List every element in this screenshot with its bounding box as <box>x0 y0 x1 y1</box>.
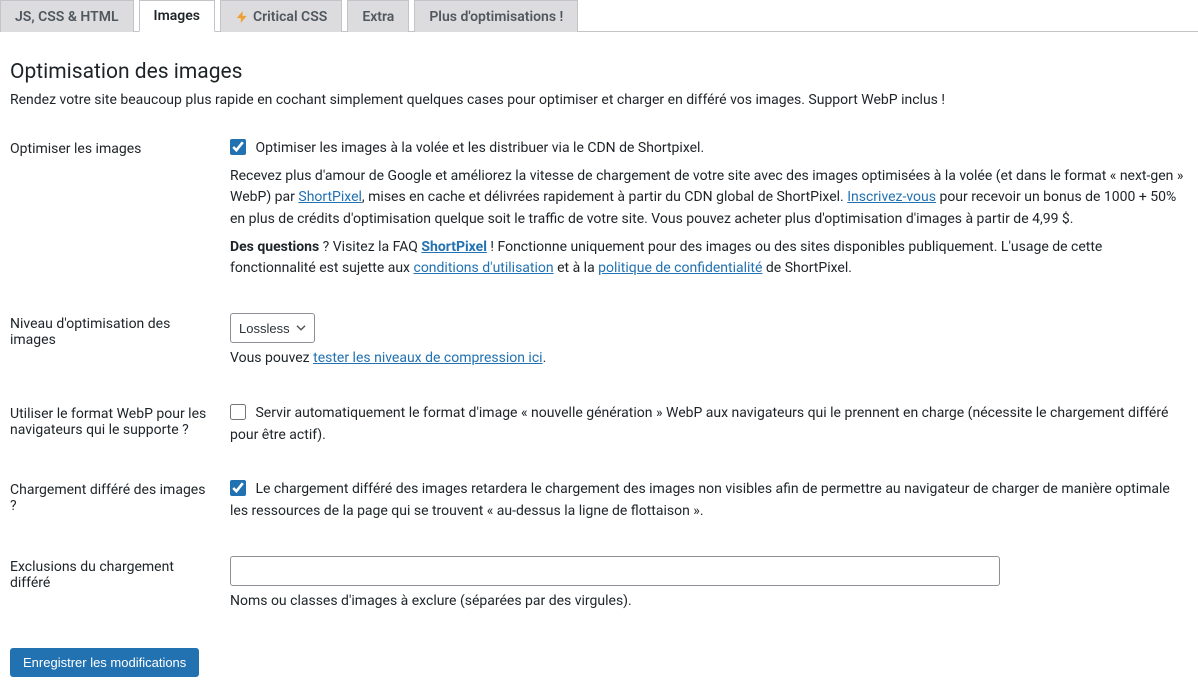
tab-more-optimizations[interactable]: Plus d'optimisations ! <box>414 0 578 32</box>
row-optimize-images: Optimiser les images Optimiser les image… <box>10 123 1188 298</box>
tab-label: Plus d'optimisations ! <box>429 9 563 25</box>
row-field: Lossless Vous pouvez tester les niveaux … <box>220 298 1188 388</box>
main-content: Optimisation des images Rendez votre sit… <box>0 32 1198 697</box>
tab-label: Images <box>154 8 200 24</box>
description-text: Des questions ? Visitez la FAQ ShortPixe… <box>230 237 1188 280</box>
checkbox-label-wrap[interactable]: Servir automatiquement le format d'image… <box>230 405 1168 443</box>
row-field: Noms ou classes d'images à exclure (sépa… <box>220 541 1188 631</box>
checkbox-text: Le chargement différé des images retarde… <box>230 481 1170 519</box>
page-title: Optimisation des images <box>10 60 1188 84</box>
row-lazy-load: Chargement différé des images ? Le charg… <box>10 464 1188 540</box>
tab-critical-css[interactable]: Critical CSS <box>220 0 342 32</box>
faq-link[interactable]: ShortPixel <box>421 239 487 255</box>
row-webp: Utiliser le format WebP pour les navigat… <box>10 388 1188 464</box>
page-intro: Rendez votre site beaucoup plus rapide e… <box>10 92 1188 108</box>
row-lazy-exclusions: Exclusions du chargement différé Noms ou… <box>10 541 1188 631</box>
terms-link[interactable]: conditions d'utilisation <box>413 260 553 276</box>
tab-label: Extra <box>362 9 394 25</box>
signup-link[interactable]: Inscrivez-vous <box>847 189 936 205</box>
settings-form: Optimiser les images Optimiser les image… <box>10 123 1188 630</box>
row-label: Chargement différé des images ? <box>10 464 220 540</box>
row-field: Le chargement différé des images retarde… <box>220 464 1188 540</box>
webp-checkbox[interactable] <box>230 404 246 420</box>
optimize-images-checkbox[interactable] <box>230 139 246 155</box>
shortpixel-link[interactable]: ShortPixel <box>298 189 362 205</box>
help-text: Noms ou classes d'images à exclure (sépa… <box>230 591 1188 613</box>
description-text: Recevez plus d'amour de Google et amélio… <box>230 166 1188 231</box>
lazy-exclusions-input[interactable] <box>230 556 1000 586</box>
checkbox-text: Optimiser les images à la volée et les d… <box>255 140 704 156</box>
help-text: Vous pouvez tester les niveaux de compre… <box>230 348 1188 370</box>
tab-images[interactable]: Images <box>139 0 215 32</box>
lazy-load-checkbox[interactable] <box>230 480 246 496</box>
row-optimization-level: Niveau d'optimisation des images Lossles… <box>10 298 1188 388</box>
row-label: Niveau d'optimisation des images <box>10 298 220 388</box>
tabs-nav: JS, CSS & HTML Images Critical CSS Extra… <box>0 0 1198 32</box>
tab-label: Critical CSS <box>253 9 327 25</box>
tab-extra[interactable]: Extra <box>347 0 409 32</box>
row-field: Optimiser les images à la volée et les d… <box>220 123 1188 298</box>
privacy-link[interactable]: politique de confidentialité <box>598 260 762 276</box>
test-compression-link[interactable]: tester les niveaux de compression ici <box>313 350 542 366</box>
checkbox-text: Servir automatiquement le format d'image… <box>230 405 1168 443</box>
lightning-icon <box>235 10 249 24</box>
row-label: Optimiser les images <box>10 123 220 298</box>
tab-label: JS, CSS & HTML <box>15 9 119 25</box>
optimization-level-select[interactable]: Lossless <box>230 313 315 343</box>
tab-js-css-html[interactable]: JS, CSS & HTML <box>0 0 134 32</box>
checkbox-label-wrap[interactable]: Optimiser les images à la volée et les d… <box>230 140 704 156</box>
save-button[interactable]: Enregistrer les modifications <box>10 648 199 677</box>
row-field: Servir automatiquement le format d'image… <box>220 388 1188 464</box>
row-label: Utiliser le format WebP pour les navigat… <box>10 388 220 464</box>
row-label: Exclusions du chargement différé <box>10 541 220 631</box>
checkbox-label-wrap[interactable]: Le chargement différé des images retarde… <box>230 481 1170 519</box>
